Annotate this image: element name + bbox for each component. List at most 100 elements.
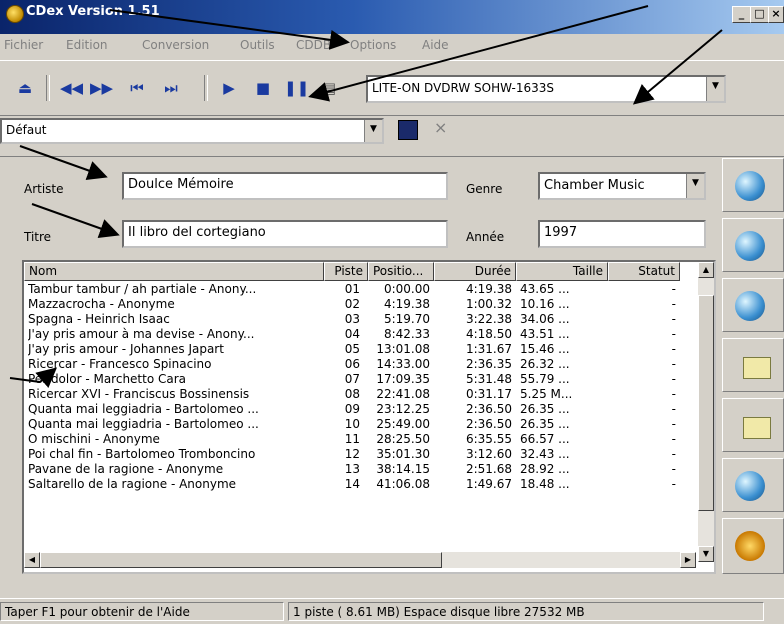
chevron-down-icon[interactable]: ▼ [686, 174, 704, 198]
scroll-left-icon[interactable]: ◀ [24, 552, 40, 568]
table-cell: 01 [344, 282, 360, 296]
table-cell: 0:00.00 [383, 282, 430, 296]
table-row[interactable]: Saltarello de la ragione - Anonyme 14 41:0… [24, 477, 700, 492]
table-cell: - [671, 477, 676, 491]
table-cell: 10 [344, 417, 360, 431]
delete-icon[interactable]: × [434, 118, 447, 137]
menu-edition[interactable]: Edition [66, 38, 108, 52]
maximize-button[interactable]: □ [750, 6, 769, 23]
table-row[interactable]: Pavane de la ragione - Anonyme 13 38:14.15… [24, 462, 700, 477]
rewind-icon[interactable]: ◀◀ [60, 77, 83, 99]
scroll-down-icon[interactable]: ▼ [698, 546, 714, 562]
extract-wav-button[interactable] [722, 158, 784, 212]
table-cell: 26.35 ... [520, 402, 570, 416]
minimize-button[interactable]: _ [732, 6, 751, 23]
table-cell: 4:19.38 [465, 282, 512, 296]
title-field[interactable]: Il libro del cortegiano [122, 220, 448, 248]
table-row[interactable]: Quanta mai leggiadria - Bartolomeo ... 10… [24, 417, 700, 432]
table-cell: 66.57 ... [520, 432, 570, 446]
table-cell: - [671, 297, 676, 311]
table-row[interactable]: Per dolor - Marchetto Cara 07 17:09.35 5:31… [24, 372, 700, 387]
mp3-to-wav-button[interactable] [722, 398, 784, 452]
settings-button[interactable] [722, 518, 784, 574]
table-cell: - [671, 372, 676, 386]
previous-track-icon[interactable]: ⏮ [126, 77, 148, 99]
drive-select[interactable]: LITE-ON DVDRW SOHW-1633S ▼ [366, 75, 726, 103]
table-cell: - [671, 447, 676, 461]
table-row[interactable]: J'ay pris amour - Johannes Japart 05 13:01… [24, 342, 700, 357]
table-row[interactable]: Spagna - Heinrich Isaac 03 5:19.70 3:22.38 3… [24, 312, 700, 327]
table-cell: - [671, 327, 676, 341]
column-header-nom[interactable]: Nom [24, 262, 324, 281]
table-row[interactable]: Tambur tambur / ah partiale - Anony... 01… [24, 282, 700, 297]
chevron-down-icon[interactable]: ▼ [706, 77, 724, 101]
eject-icon[interactable]: ⏏ [14, 77, 36, 99]
horizontal-scrollbar[interactable]: ◀ ▶ [24, 552, 696, 568]
title-label: Titre [24, 230, 52, 244]
drive-select-value: LITE-ON DVDRW SOHW-1633S [372, 81, 554, 95]
table-cell: Quanta mai leggiadria - Bartolomeo ... [28, 417, 259, 431]
table-cell: 26.35 ... [520, 417, 570, 431]
menu-options[interactable]: Options [350, 38, 396, 52]
table-cell: 34.06 ... [520, 312, 570, 326]
mp3-convert-icon [743, 417, 771, 439]
menu-aide[interactable]: Aide [422, 38, 449, 52]
stop-icon[interactable]: ■ [252, 77, 274, 99]
menu-conversion[interactable]: Conversion [142, 38, 209, 52]
column-header-statut[interactable]: Statut [608, 262, 680, 281]
status-info: 1 piste ( 8.61 MB) Espace disque libre 2… [288, 602, 764, 621]
table-cell: 3:12.60 [465, 447, 512, 461]
table-cell: 2:36.50 [465, 417, 512, 431]
menu-fichier[interactable]: Fichier [4, 38, 43, 52]
save-icon[interactable] [398, 120, 418, 140]
next-track-icon[interactable]: ⏭ [160, 77, 182, 99]
table-cell: 10.16 ... [520, 297, 570, 311]
menu-cddb[interactable]: CDDB [296, 38, 331, 52]
scroll-up-icon[interactable]: ▲ [698, 262, 714, 278]
cd-mp3-icon [735, 231, 765, 261]
table-row[interactable]: J'ay pris amour à ma devise - Anony... 04… [24, 327, 700, 342]
track-list[interactable]: Nom Piste Positio... Durée Taille Statut… [22, 260, 716, 574]
table-row[interactable]: Ricercar XVI - Franciscus Bossinensis 08 2… [24, 387, 700, 402]
table-cell: Per dolor - Marchetto Cara [28, 372, 187, 386]
column-header-position[interactable]: Positio... [368, 262, 434, 281]
table-row[interactable]: Quanta mai leggiadria - Bartolomeo ... 09… [24, 402, 700, 417]
column-header-duree[interactable]: Durée [434, 262, 516, 281]
vertical-scrollbar[interactable]: ▲ ▼ [698, 262, 714, 562]
table-row[interactable]: Ricercar - Francesco Spinacino 06 14:33.00… [24, 357, 700, 372]
table-cell: 32.43 ... [520, 447, 570, 461]
table-cell: Poi chal fin - Bartolomeo Tromboncino [28, 447, 256, 461]
scroll-thumb[interactable] [698, 295, 714, 511]
year-field[interactable]: 1997 [538, 220, 706, 248]
hscroll-thumb[interactable] [40, 552, 442, 568]
artist-field[interactable]: Doulce Mémoire [122, 172, 448, 200]
table-cell: 4:18.50 [465, 327, 512, 341]
table-cell: 03 [344, 312, 360, 326]
column-header-taille[interactable]: Taille [516, 262, 608, 281]
scroll-right-icon[interactable]: ▶ [680, 552, 696, 568]
settings-doc-icon[interactable]: ▤ [318, 77, 340, 99]
table-row[interactable]: Mazzacrocha - Anonyme 02 4:19.38 1:00.32 10.… [24, 297, 700, 312]
genre-label: Genre [466, 182, 503, 196]
artist-label: Artiste [24, 182, 64, 196]
wav-to-mp3-button[interactable] [722, 338, 784, 392]
table-cell: 2:36.35 [465, 357, 512, 371]
profile-select[interactable]: Défaut ▼ [0, 118, 384, 144]
table-row[interactable]: O mischini - Anonyme 11 28:25.50 6:35.55 66.… [24, 432, 700, 447]
column-header-piste[interactable]: Piste [324, 262, 368, 281]
profile-bar: Défaut ▼ × [0, 116, 784, 157]
table-cell: 15.46 ... [520, 342, 570, 356]
separator [46, 75, 50, 101]
table-cell: 28.92 ... [520, 462, 570, 476]
extract-partial-button[interactable] [722, 278, 784, 332]
cddb-search-button[interactable] [722, 458, 784, 512]
close-button[interactable]: × [768, 6, 784, 23]
extract-mp3-button[interactable] [722, 218, 784, 272]
table-row[interactable]: Poi chal fin - Bartolomeo Tromboncino 12 3… [24, 447, 700, 462]
pause-icon[interactable]: ❚❚ [284, 77, 309, 99]
chevron-down-icon[interactable]: ▼ [364, 120, 382, 142]
play-icon[interactable]: ▶ [218, 77, 240, 99]
menu-outils[interactable]: Outils [240, 38, 275, 52]
fast-forward-icon[interactable]: ▶▶ [90, 77, 113, 99]
genre-select[interactable]: Chamber Music ▼ [538, 172, 706, 200]
